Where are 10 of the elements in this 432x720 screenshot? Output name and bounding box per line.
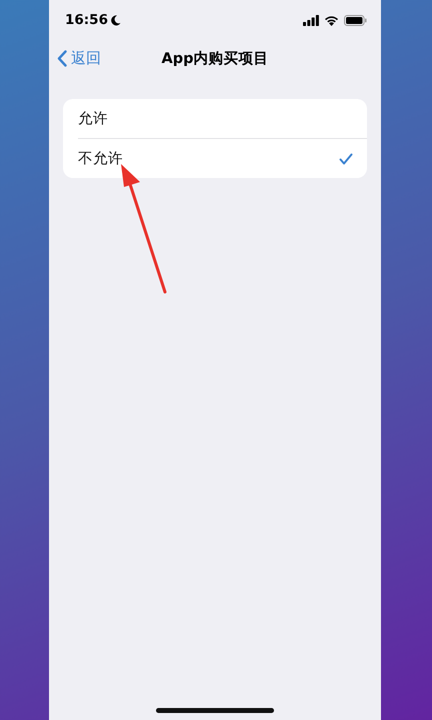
battery-icon (344, 14, 367, 26)
status-time: 16:56 (65, 12, 108, 28)
wifi-icon (324, 14, 339, 26)
page-title: App内购买项目 (162, 50, 268, 68)
option-row[interactable]: 允许 (78, 99, 367, 138)
checkmark-icon (339, 152, 353, 164)
signal-icon (303, 14, 319, 26)
option-label: 不允许 (78, 150, 123, 168)
chevron-left-icon (57, 50, 67, 66)
option-label: 允许 (78, 110, 108, 128)
